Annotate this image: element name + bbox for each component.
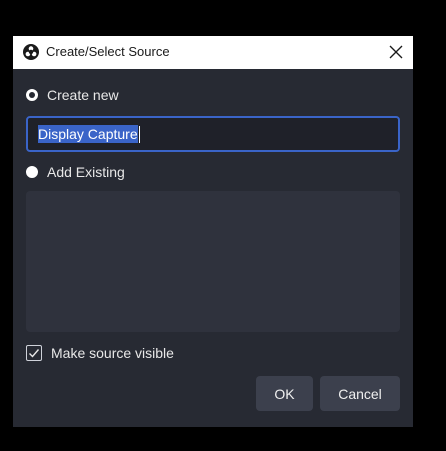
close-icon: [389, 45, 403, 59]
make-visible-checkbox[interactable]: Make source visible: [26, 343, 174, 363]
existing-sources-list[interactable]: [26, 191, 400, 332]
radio-unchecked-icon: [26, 166, 38, 178]
title-bar[interactable]: Create/Select Source: [13, 36, 413, 69]
add-existing-radio[interactable]: Add Existing: [26, 162, 125, 182]
add-existing-label: Add Existing: [47, 164, 125, 180]
obs-logo-icon: [23, 44, 39, 60]
cancel-button[interactable]: Cancel: [320, 376, 400, 411]
checkbox-checked-icon: [26, 345, 42, 361]
ok-button[interactable]: OK: [256, 376, 313, 411]
close-button[interactable]: [385, 41, 407, 63]
text-caret: [138, 125, 140, 143]
create-new-label: Create new: [47, 87, 119, 103]
create-new-radio[interactable]: Create new: [26, 85, 119, 105]
source-name-value: Display Capture: [38, 125, 138, 143]
radio-checked-icon: [26, 89, 38, 101]
make-visible-label: Make source visible: [51, 345, 174, 361]
source-name-input[interactable]: Display Capture: [26, 116, 400, 152]
dialog-title: Create/Select Source: [46, 44, 170, 59]
create-select-source-dialog: Create/Select Source Create new Display …: [13, 36, 413, 427]
